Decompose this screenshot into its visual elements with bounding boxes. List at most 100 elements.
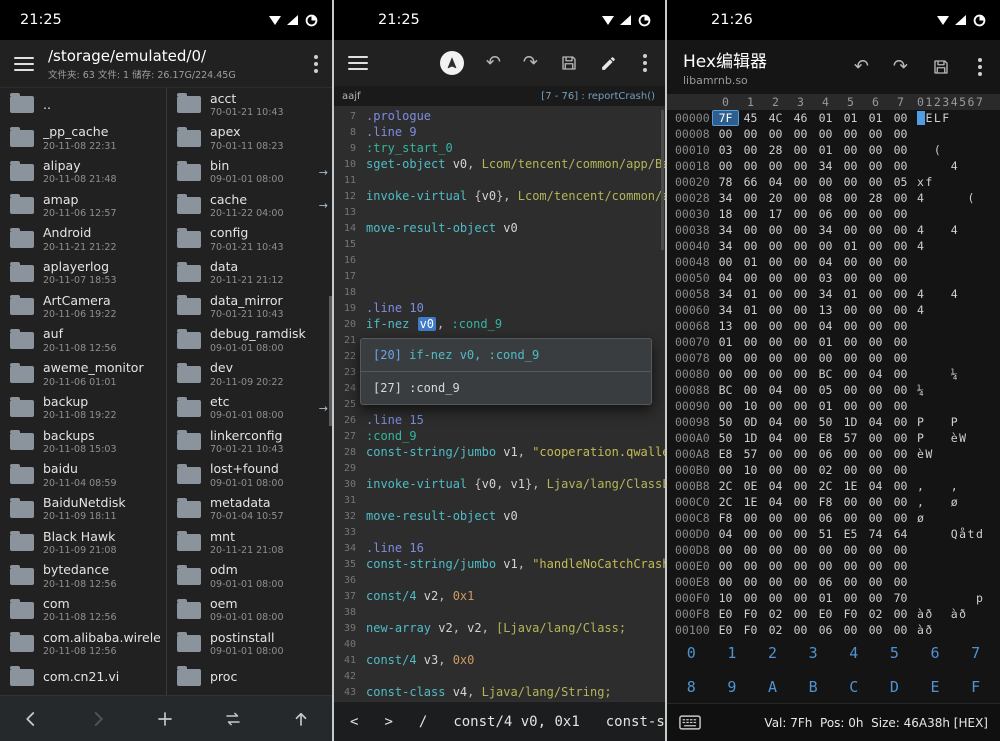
hex-byte[interactable]: 00 <box>763 127 788 141</box>
hex-byte[interactable]: 46 <box>788 111 813 125</box>
hex-keypad-key[interactable]: 8 <box>671 678 712 696</box>
hex-byte[interactable]: 00 <box>838 159 863 173</box>
hex-byte[interactable]: 01 <box>813 143 838 157</box>
hex-byte[interactable]: 00 <box>838 383 863 397</box>
redo-icon[interactable]: ↷ <box>523 54 538 72</box>
save-icon[interactable] <box>932 58 950 76</box>
hex-byte[interactable]: 00 <box>763 559 788 573</box>
hex-keypad-key[interactable]: 2 <box>752 644 793 662</box>
swap-panels-icon[interactable] <box>223 710 243 728</box>
hex-byte[interactable]: 03 <box>713 143 738 157</box>
hex-row[interactable]: 000A8E857000006000000èW <box>667 446 1000 462</box>
hex-byte[interactable]: 00 <box>888 463 913 477</box>
hex-byte[interactable]: 00 <box>713 575 738 589</box>
hex-byte[interactable]: 00 <box>888 447 913 461</box>
hex-byte[interactable]: 00 <box>888 431 913 445</box>
hex-byte[interactable]: 05 <box>813 383 838 397</box>
code-line[interactable]: 30invoke-virtual {v0, v1}, Ljava/lang/Cl… <box>334 476 665 492</box>
hex-row[interactable]: 0008000000000BC000400 ¼ <box>667 366 1000 382</box>
parent-directory-icon[interactable] <box>292 710 310 728</box>
hex-row[interactable]: 000B00010000002000000 <box>667 462 1000 478</box>
hex-byte[interactable]: 1D <box>738 431 763 445</box>
hex-byte[interactable]: 00 <box>788 591 813 605</box>
hex-byte[interactable]: 00 <box>788 495 813 509</box>
code-line[interactable]: 41const/4 v3, 0x0 <box>334 652 665 668</box>
hex-ascii-text[interactable]: 4 <box>917 159 984 173</box>
hex-ascii-text[interactable]: , , <box>917 479 984 493</box>
code-line[interactable]: 40 <box>334 636 665 652</box>
file-row[interactable]: data20-11-21 21:12 <box>167 256 332 290</box>
file-row[interactable]: linkerconfig70-01-21 10:43 <box>167 425 332 459</box>
hex-ascii-text[interactable]: 4 ( <box>917 191 984 205</box>
hex-byte[interactable]: 00 <box>888 367 913 381</box>
file-row[interactable]: backup20-11-08 19:22 <box>0 391 166 425</box>
hex-byte[interactable]: 57 <box>838 431 863 445</box>
hex-byte[interactable]: 00 <box>838 575 863 589</box>
code-line[interactable]: 38 <box>334 604 665 620</box>
hex-byte[interactable]: 00 <box>788 319 813 333</box>
hex-byte[interactable]: 00 <box>888 127 913 141</box>
hex-byte[interactable]: 00 <box>788 399 813 413</box>
code-line[interactable]: 15 <box>334 236 665 252</box>
hex-byte[interactable]: 00 <box>788 527 813 541</box>
code-line[interactable]: 33 <box>334 524 665 540</box>
hex-byte[interactable]: 00 <box>838 127 863 141</box>
code-line[interactable]: 39new-array v2, v2, [Ljava/lang/Class; <box>334 620 665 636</box>
hex-byte[interactable]: 00 <box>863 559 888 573</box>
hex-byte[interactable]: 00 <box>863 175 888 189</box>
hex-byte[interactable]: 00 <box>763 159 788 173</box>
hex-byte[interactable]: 2C <box>713 495 738 509</box>
save-icon[interactable] <box>560 54 578 72</box>
hex-ascii-text[interactable] <box>917 543 984 557</box>
hex-byte[interactable]: 04 <box>763 415 788 429</box>
hex-byte[interactable]: 00 <box>888 191 913 205</box>
hex-byte[interactable]: 00 <box>713 159 738 173</box>
file-row[interactable]: acct70-01-21 10:43 <box>167 88 332 122</box>
hex-byte[interactable]: 00 <box>863 271 888 285</box>
hex-byte[interactable]: 00 <box>863 463 888 477</box>
hex-byte[interactable]: 04 <box>763 383 788 397</box>
hex-byte[interactable]: 34 <box>713 191 738 205</box>
hex-byte[interactable]: 01 <box>838 111 863 125</box>
hex-byte[interactable]: 00 <box>813 543 838 557</box>
hex-byte[interactable]: 00 <box>738 383 763 397</box>
hex-ascii-text[interactable] <box>917 559 984 573</box>
hex-byte[interactable]: 00 <box>788 607 813 621</box>
hex-byte[interactable]: 00 <box>888 399 913 413</box>
hex-ascii-text[interactable]: 4 4 <box>917 287 984 301</box>
hex-byte[interactable]: 34 <box>813 287 838 301</box>
hex-byte[interactable]: 00 <box>788 447 813 461</box>
hex-byte[interactable]: 28 <box>863 191 888 205</box>
popup-item[interactable]: [27] :cond_9 <box>361 371 651 404</box>
hex-byte[interactable]: 00 <box>763 511 788 525</box>
hex-byte[interactable]: E8 <box>813 431 838 445</box>
hex-byte[interactable]: 00 <box>763 543 788 557</box>
file-row[interactable]: proc <box>167 661 332 695</box>
edit-icon[interactable] <box>600 55 617 72</box>
hex-byte[interactable]: 64 <box>888 527 913 541</box>
tab-filename[interactable]: aajf <box>342 91 361 102</box>
hex-byte[interactable]: 00 <box>713 351 738 365</box>
file-row[interactable]: BaiduNetdisk20-11-09 18:11 <box>0 492 166 526</box>
hex-byte[interactable]: 18 <box>713 207 738 221</box>
hex-byte[interactable]: 00 <box>888 351 913 365</box>
hex-byte[interactable]: 2C <box>713 479 738 493</box>
file-row[interactable]: etc09-01-01 08:00→ <box>167 391 332 425</box>
scrollbar-thumb[interactable] <box>661 110 664 250</box>
hex-byte[interactable]: 00 <box>788 303 813 317</box>
hex-byte[interactable]: 01 <box>838 239 863 253</box>
hex-byte[interactable]: 04 <box>813 319 838 333</box>
file-row[interactable]: .. <box>0 88 166 122</box>
symbol-key[interactable]: const-stri <box>606 714 665 730</box>
hex-keypad-key[interactable]: 9 <box>712 678 753 696</box>
hex-byte[interactable]: 00 <box>763 527 788 541</box>
hex-byte[interactable]: 01 <box>863 111 888 125</box>
hex-byte[interactable]: 34 <box>713 303 738 317</box>
hex-row[interactable]: 000F8E0F00200E0F00200àð àð <box>667 606 1000 622</box>
hex-ascii-text[interactable] <box>917 255 984 269</box>
hex-byte[interactable]: 00 <box>888 207 913 221</box>
hex-byte[interactable]: 00 <box>838 495 863 509</box>
file-row[interactable]: auf20-11-08 12:56 <box>0 324 166 358</box>
hex-row[interactable]: 000500400000003000000 <box>667 270 1000 286</box>
hex-row[interactable]: 000080000000000000000 <box>667 126 1000 142</box>
